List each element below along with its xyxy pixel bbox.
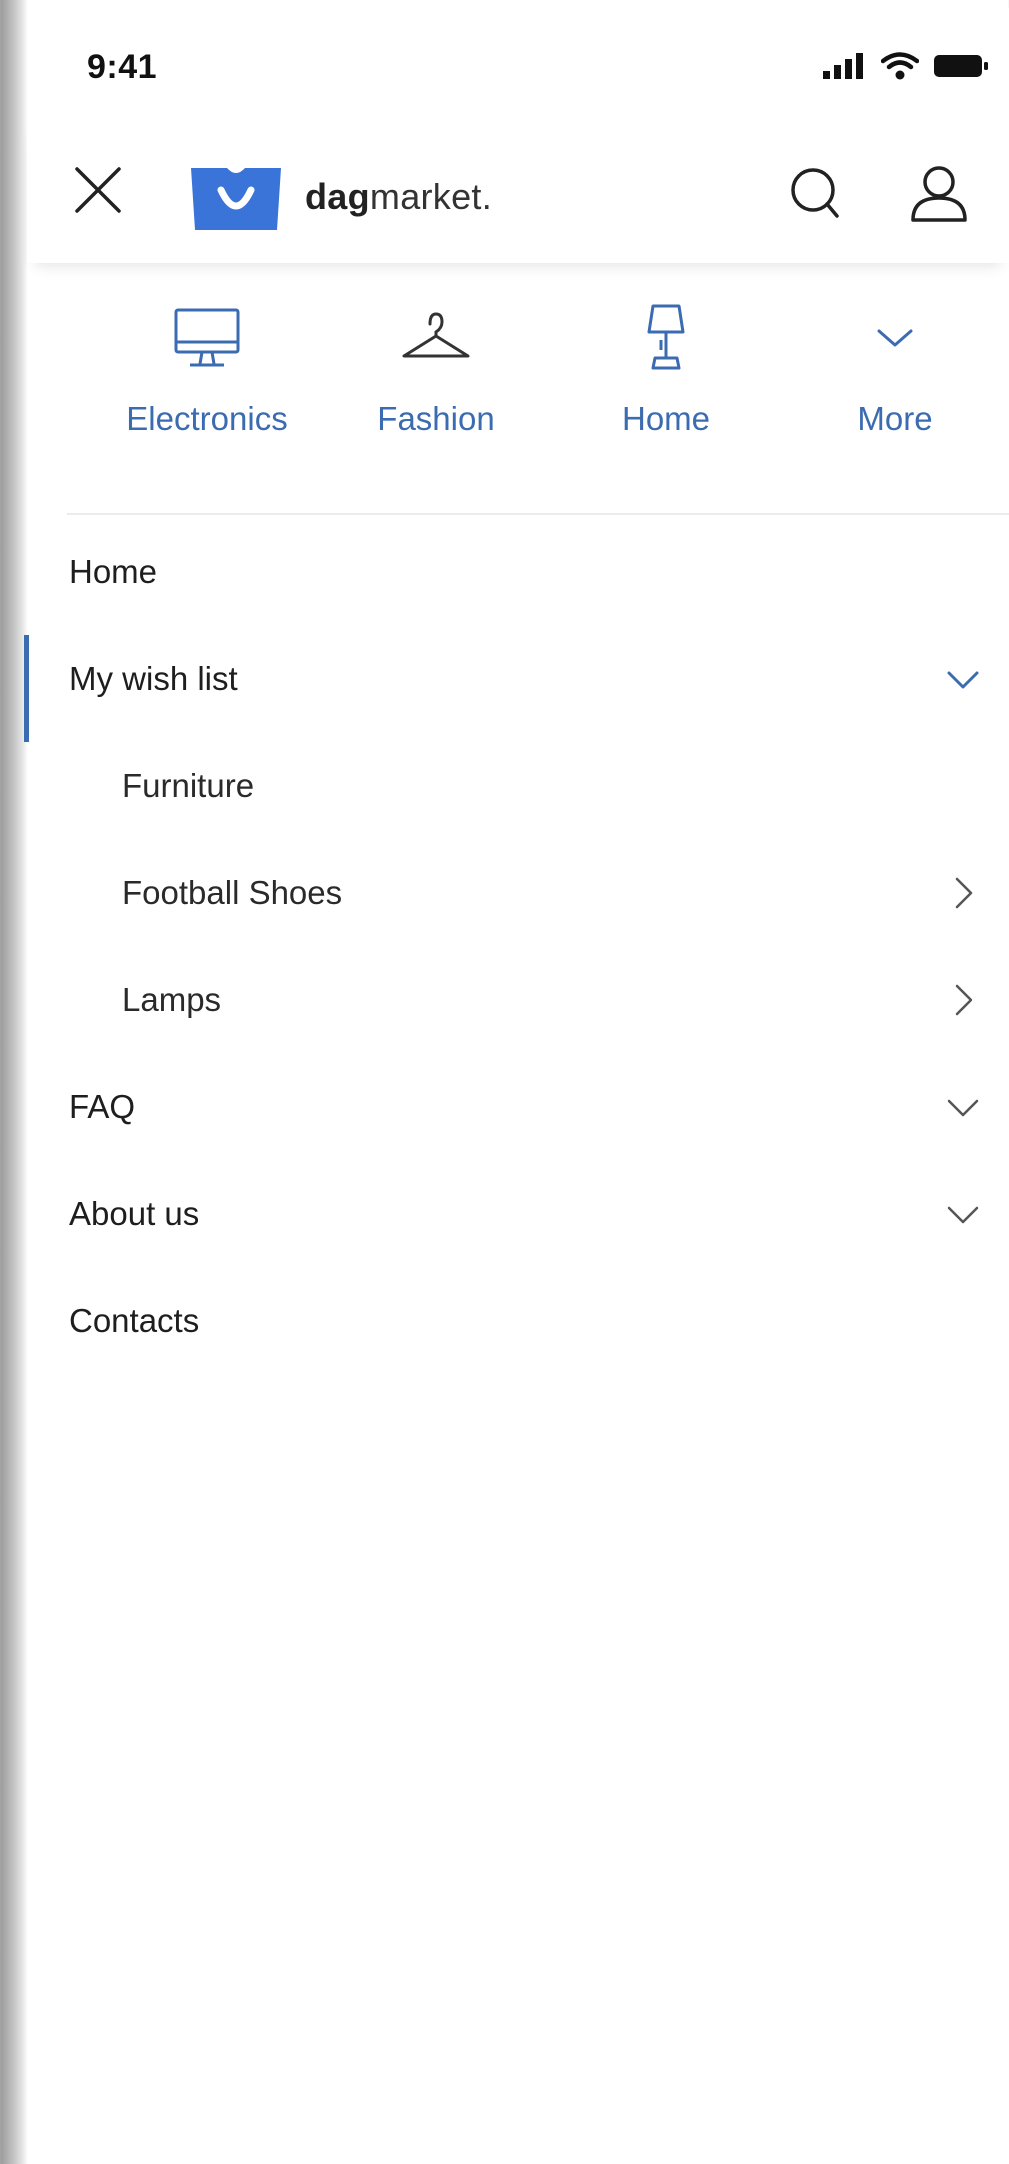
battery-icon	[934, 55, 988, 77]
menu-item-label: Contacts	[69, 1301, 200, 1339]
user-icon	[911, 166, 967, 222]
menu-item-label: FAQ	[69, 1087, 136, 1125]
menu-item-label: Football Shoes	[122, 873, 343, 911]
submenu-item-football-shoes[interactable]: Football Shoes	[27, 839, 1009, 946]
menu-item-label: Lamps	[122, 980, 222, 1018]
category-label: More	[857, 400, 933, 437]
menu-item-wish-list[interactable]: My wish list	[24, 625, 1009, 742]
lamp-icon	[647, 304, 685, 370]
status-time: 9:41	[87, 48, 158, 86]
signal-icon	[823, 53, 863, 79]
search-icon	[791, 168, 839, 218]
status-icons	[823, 52, 989, 80]
divider	[67, 513, 1009, 515]
brand-name: dagmarket.	[305, 176, 492, 218]
chevron-right-icon[interactable]	[943, 980, 983, 1020]
hanger-icon	[402, 312, 470, 358]
logo-icon	[191, 168, 281, 230]
brand-name-regular: market.	[369, 176, 493, 217]
category-electronics[interactable]: Electronics	[92, 298, 322, 438]
monitor-icon	[174, 308, 240, 367]
menu-item-faq[interactable]: FAQ	[27, 1053, 1009, 1160]
chevron-down-icon[interactable]	[943, 1087, 983, 1127]
menu-item-label: Home	[69, 552, 158, 590]
status-bar: 9:41	[27, 8, 1009, 118]
chevron-right-icon[interactable]	[943, 873, 983, 913]
menu-item-label: About us	[69, 1194, 200, 1232]
menu-screen: 9:41 dagmarket. Electronics Fashion Home…	[24, 8, 1009, 2164]
chevron-down-icon[interactable]	[943, 659, 983, 699]
search-button[interactable]	[787, 164, 847, 224]
submenu-item-lamps[interactable]: Lamps	[27, 946, 1009, 1053]
menu-item-about-us[interactable]: About us	[27, 1160, 1009, 1267]
menu-item-label: Furniture	[122, 766, 255, 804]
menu-item-label: My wish list	[69, 659, 238, 697]
app-header: dagmarket.	[27, 118, 1009, 263]
menu-item-contacts[interactable]: Contacts	[27, 1267, 1009, 1374]
category-fashion[interactable]: Fashion	[321, 298, 551, 438]
submenu-item-furniture[interactable]: Furniture	[27, 732, 1009, 839]
category-shortcuts: Electronics Fashion Home More	[27, 298, 1009, 468]
category-label: Fashion	[377, 400, 495, 437]
close-button[interactable]	[71, 163, 125, 217]
chevron-down-icon	[877, 329, 913, 347]
brand-logo[interactable]: dagmarket.	[187, 162, 492, 232]
brand-name-bold: dag	[305, 176, 370, 217]
wifi-icon	[881, 52, 919, 80]
category-label: Electronics	[126, 400, 288, 437]
chevron-down-icon[interactable]	[943, 1194, 983, 1234]
navigation-menu: Home My wish list Furniture Football Sho…	[24, 518, 1009, 1374]
category-more[interactable]: More	[780, 298, 1009, 438]
category-label: Home	[621, 400, 711, 437]
account-button[interactable]	[907, 162, 971, 226]
menu-item-home[interactable]: Home	[27, 518, 1009, 625]
close-icon	[75, 167, 121, 213]
category-home[interactable]: Home	[551, 298, 781, 438]
